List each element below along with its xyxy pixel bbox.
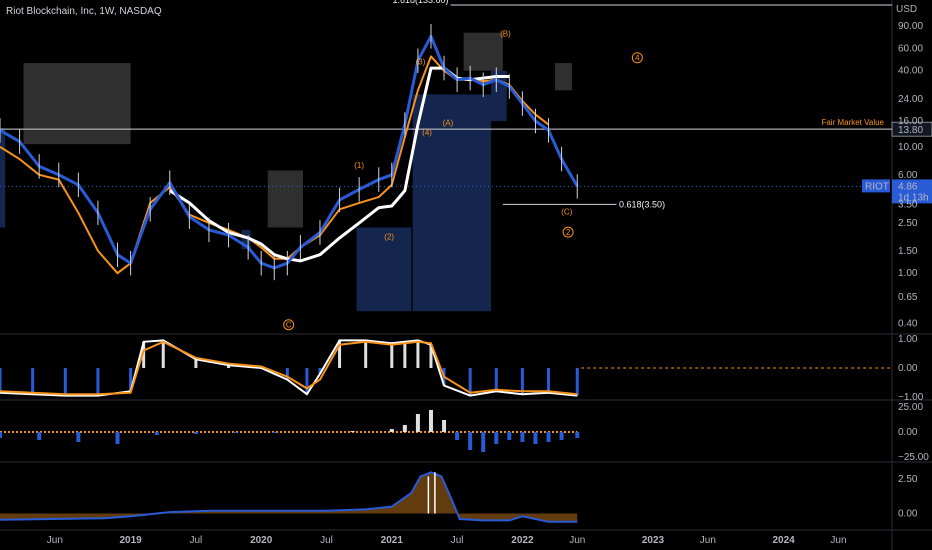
price-tick-label: 0.65 — [898, 292, 918, 303]
price-tick-label: 6.00 — [898, 170, 918, 181]
time-axis-label: 2023 — [642, 535, 665, 546]
price-tick-label: 1.00 — [898, 268, 918, 279]
wave-label: (B) — [500, 29, 511, 38]
price-tick-label: 2.50 — [898, 218, 918, 229]
osc3-tick-label: 2.50 — [898, 474, 918, 485]
fair-market-value-label: Fair Market Value — [821, 118, 884, 127]
wave-label: 4 — [635, 54, 640, 63]
wave-label: (2) — [384, 232, 394, 241]
price-tick-label: 60.00 — [898, 43, 923, 54]
price-tick-label: 24.00 — [898, 94, 923, 105]
wave-label: (C) — [561, 208, 572, 217]
price-tick-label: 10.00 — [898, 142, 923, 153]
target-zone-box — [267, 170, 303, 228]
time-axis-label: Jul — [190, 535, 203, 546]
osc2-tick-label: 0.00 — [898, 427, 918, 438]
symbol-tag-text: RIOT — [865, 181, 889, 192]
fib-extension-label: 1.618(133.60) — [393, 0, 449, 5]
price-tick-label: 3.50 — [898, 199, 918, 210]
wave-label: (1) — [354, 161, 364, 170]
time-axis-label: 2019 — [119, 535, 142, 546]
osc1-tick-label: 1.00 — [898, 334, 918, 345]
wave-zone-fill — [0, 128, 6, 228]
osc2-tick-label: 25.00 — [898, 402, 923, 413]
price-tick-label: 16.00 — [898, 116, 923, 127]
price-tick-label: 90.00 — [898, 21, 923, 32]
time-axis-label: 2024 — [772, 535, 795, 546]
time-axis-label: 2021 — [381, 535, 404, 546]
price-tick-label: 40.00 — [898, 66, 923, 77]
time-axis-label: Jul — [320, 535, 333, 546]
target-zone-box — [463, 32, 503, 71]
time-axis-label: Jun — [569, 535, 585, 546]
time-axis-label: 2022 — [511, 535, 534, 546]
price-tick-label: 1.50 — [898, 246, 918, 257]
osc3-tick-label: 0.00 — [898, 509, 918, 520]
chart-root: 1.618(133.60) Fair Market Value 13.80 0.618… — [0, 0, 932, 550]
current-price-text: 4.86 — [898, 181, 918, 192]
time-axis-label: Jun — [47, 535, 63, 546]
target-zone-box — [555, 63, 573, 91]
time-axis-label: Jun — [830, 535, 846, 546]
wave-label: 2 — [566, 228, 571, 237]
time-axis-label: 2020 — [250, 535, 273, 546]
currency-label: USD — [896, 4, 917, 15]
wave-label: C — [286, 321, 292, 330]
chart-canvas[interactable]: 1.618(133.60)Fair Market Value13.800.618… — [0, 0, 932, 550]
symbol-title: Riot Blockchain, Inc, 1W, NASDAQ — [6, 6, 162, 17]
wave-label: (3) — [416, 57, 426, 66]
osc3-area — [0, 472, 578, 522]
time-axis-label: Jun — [700, 535, 716, 546]
target-zone-box — [23, 63, 131, 145]
osc1-tick-label: 0.00 — [898, 363, 918, 374]
time-axis-label: Jul — [451, 535, 464, 546]
wave-label: (4) — [422, 128, 432, 137]
osc2-tick-label: −25.00 — [898, 452, 929, 463]
fib-retracement-label: 0.618(3.50) — [619, 199, 665, 209]
price-tick-label: 0.40 — [898, 318, 918, 329]
wave-label: (A) — [443, 118, 454, 127]
